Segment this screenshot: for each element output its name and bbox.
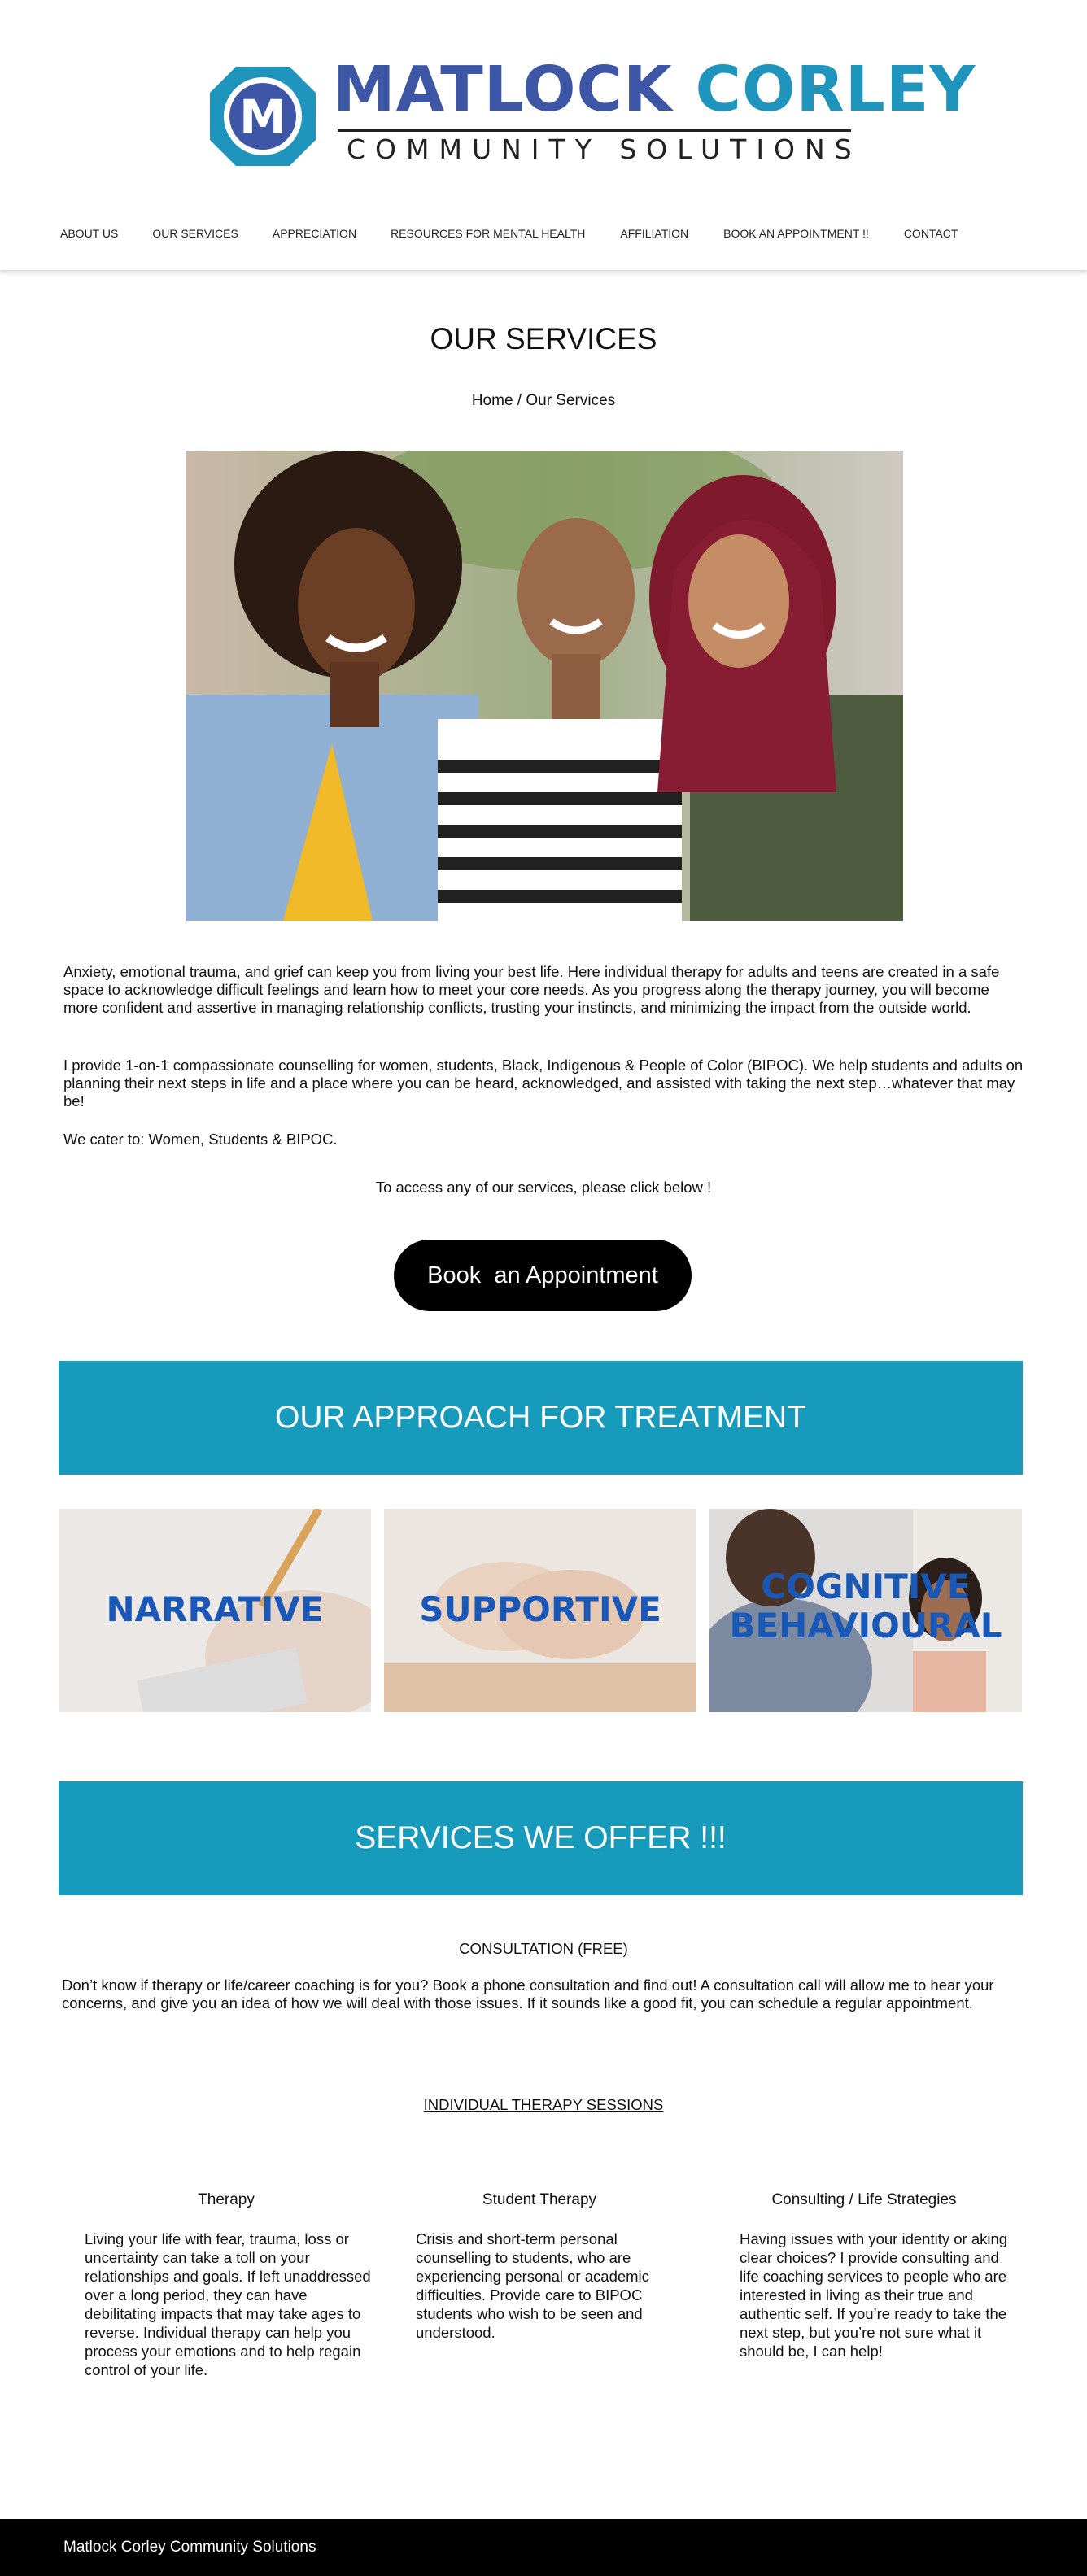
nav-our-services[interactable]: OUR SERVICES <box>152 224 238 243</box>
individual-therapy-title: INDIVIDUAL THERAPY SESSIONS <box>423 2096 664 2113</box>
intro-paragraph-3: We cater to: Women, Students & BIPOC. <box>63 1131 338 1148</box>
page-title: OUR SERVICES <box>430 322 657 355</box>
nav-book-appointment[interactable]: BOOK AN APPOINTMENT !! <box>723 224 869 243</box>
brand-divider <box>338 129 851 132</box>
breadcrumb: Home / Our Services <box>0 392 1087 410</box>
hero-image <box>186 451 903 921</box>
site-footer: Matlock Corley Community Solutions <box>0 2519 1087 2576</box>
approach-narrative-label: NARRATIVE <box>106 1589 324 1629</box>
consultation-title: CONSULTATION (FREE) <box>459 1940 628 1957</box>
nav-about-us[interactable]: ABOUT US <box>60 224 118 243</box>
logo-emblem-icon: M <box>210 67 316 166</box>
consultation-text: Don’t know if therapy or life/career coa… <box>62 1977 994 2012</box>
brand-name-part1: MATLOCK <box>333 54 673 126</box>
logo-letter: M <box>239 89 286 145</box>
breadcrumb-separator: / <box>513 392 526 409</box>
approach-tile-supportive: SUPPORTIVE <box>384 1509 696 1712</box>
service-therapy-text: Living your life with fear, trauma, loss… <box>85 2230 371 2378</box>
nav-resources-mental-health[interactable]: RESOURCES FOR MENTAL HEALTH <box>391 224 585 243</box>
brand-name-part2: CORLEY <box>695 54 976 126</box>
brand-name: MATLOCK CORLEY <box>333 59 976 121</box>
approach-cognitive-behavioural-label: COGNITIVE BEHAVIOURAL <box>709 1567 1022 1645</box>
nav-appreciation[interactable]: APPRECIATION <box>273 224 356 243</box>
approach-cognitive-label-line1: COGNITIVE <box>761 1567 971 1606</box>
approach-tile-narrative: NARRATIVE <box>59 1509 371 1712</box>
service-student-therapy-text: Crisis and short-term personal counselli… <box>416 2230 649 2341</box>
service-therapy-title: Therapy <box>198 2191 255 2208</box>
breadcrumb-current: Our Services <box>526 392 616 409</box>
approach-heading: OUR APPROACH FOR TREATMENT <box>59 1361 1023 1475</box>
services-heading: SERVICES WE OFFER !!! <box>59 1781 1023 1895</box>
main-nav: ABOUT US OUR SERVICES APPRECIATION RESOU… <box>60 221 958 246</box>
approach-supportive-label: SUPPORTIVE <box>419 1589 661 1629</box>
service-consulting-title: Consulting / Life Strategies <box>771 2191 957 2208</box>
nav-affiliation[interactable]: AFFILIATION <box>620 224 688 243</box>
intro-paragraph-1: Anxiety, emotional trauma, and grief can… <box>63 963 1000 1016</box>
service-consulting-text: Having issues with your identity or akin… <box>740 2230 1008 2360</box>
breadcrumb-home-link[interactable]: Home <box>472 392 513 409</box>
site-header: M MATLOCK CORLEY COMMUNITY SOLUTIONS ABO… <box>0 0 1087 271</box>
site-logo[interactable]: M MATLOCK CORLEY COMMUNITY SOLUTIONS <box>208 59 975 172</box>
approach-cognitive-label-line2: BEHAVIOURAL <box>729 1606 1002 1645</box>
nav-contact[interactable]: CONTACT <box>904 224 958 243</box>
book-appointment-button[interactable]: Book an Appointment <box>394 1240 692 1311</box>
footer-text: Matlock Corley Community Solutions <box>63 2539 316 2556</box>
brand-subtitle: COMMUNITY SOLUTIONS <box>347 133 862 165</box>
approach-tile-cognitive-behavioural: COGNITIVE BEHAVIOURAL <box>709 1509 1022 1712</box>
access-services-text: To access any of our services, please cl… <box>375 1179 712 1196</box>
service-student-therapy-title: Student Therapy <box>482 2191 597 2208</box>
intro-paragraph-2: I provide 1-on-1 compassionate counselli… <box>63 1057 1024 1109</box>
